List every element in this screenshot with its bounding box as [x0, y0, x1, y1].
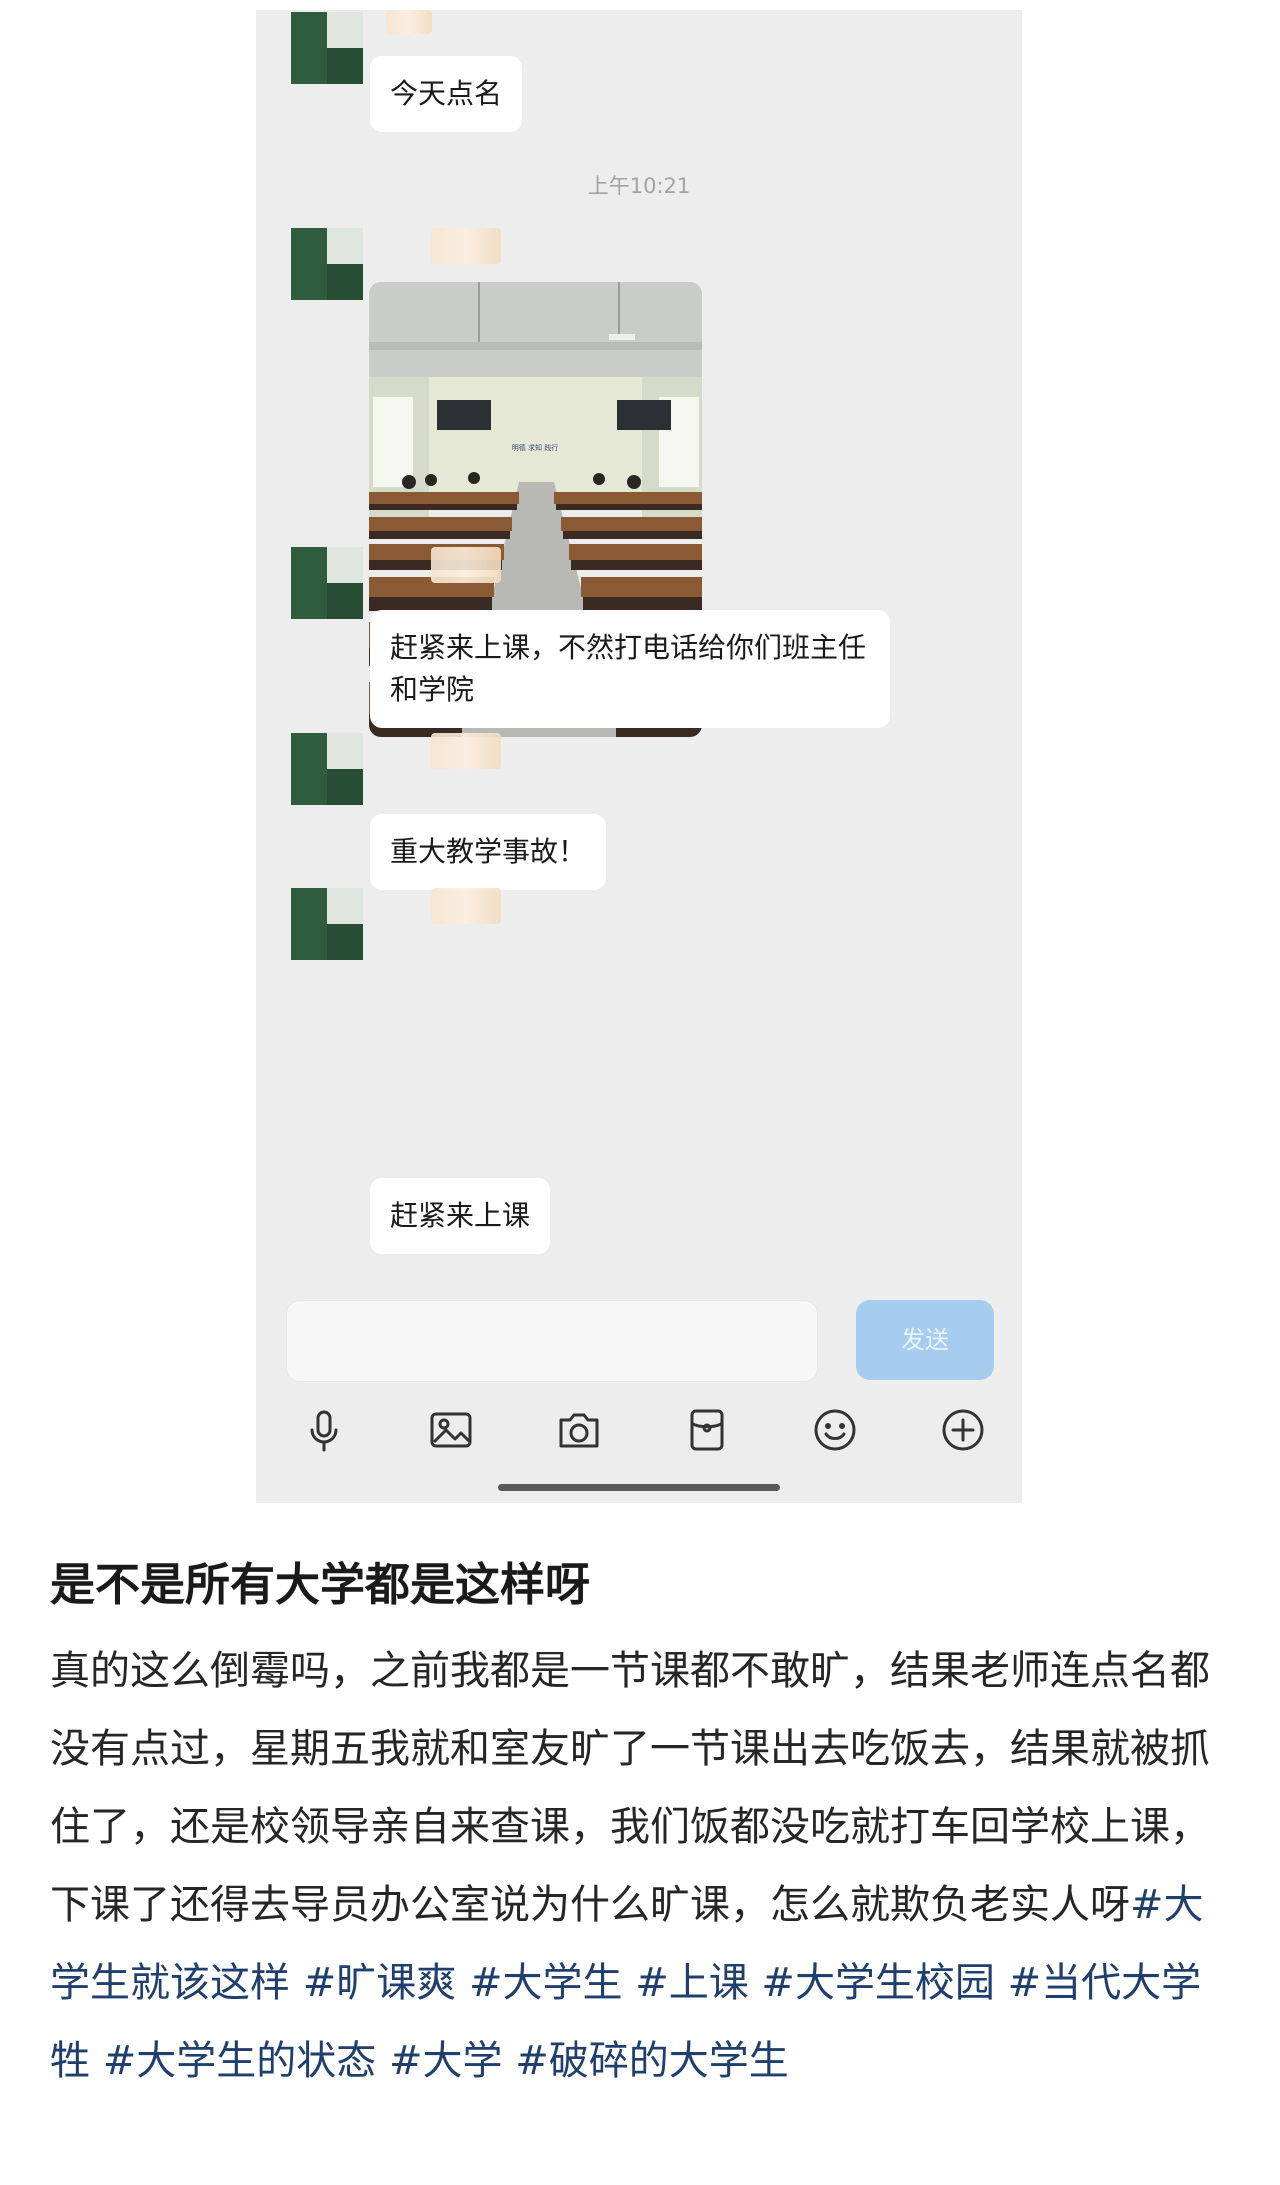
message-bubble[interactable]: 赶紧来上课，不然打电话给你们班主任和学院: [370, 610, 890, 728]
hashtag[interactable]: #旷课爽: [303, 1960, 457, 2006]
home-indicator: [498, 1484, 780, 1491]
post-body-text: 真的这么倒霉吗，之前我都是一节课都不敢旷，结果老师连点名都没有点过，星期五我就和…: [50, 1648, 1210, 1928]
post-body: 真的这么倒霉吗，之前我都是一节课都不敢旷，结果老师连点名都没有点过，星期五我就和…: [50, 1632, 1240, 2100]
hashtag[interactable]: #大学生: [469, 1960, 623, 2006]
emoji-icon[interactable]: [811, 1406, 859, 1454]
microphone-icon[interactable]: [300, 1406, 348, 1454]
send-button[interactable]: 发送: [856, 1300, 994, 1380]
red-packet-icon[interactable]: [683, 1406, 731, 1454]
sender-avatar[interactable]: [291, 888, 363, 960]
plus-icon[interactable]: [939, 1406, 987, 1454]
image-icon[interactable]: [427, 1406, 475, 1454]
hashtag[interactable]: #大学: [389, 2038, 503, 2084]
sender-name-blurred: [431, 733, 501, 769]
sender-name-blurred: [386, 10, 432, 34]
sender-name-blurred: [431, 888, 501, 924]
message-bubble[interactable]: 今天点名: [370, 56, 523, 132]
message-text: 今天点名: [390, 77, 503, 110]
hashtag[interactable]: #大学生校园: [761, 1960, 995, 2006]
hashtag[interactable]: #大学生的状态: [103, 2038, 377, 2084]
hashtag[interactable]: #破碎的大学生: [515, 2038, 789, 2084]
sender-avatar[interactable]: [291, 547, 363, 619]
sender-avatar[interactable]: [291, 733, 363, 805]
sender-name-blurred: [431, 547, 501, 583]
message-timestamp: 上午10:21: [587, 174, 691, 198]
chat-screenshot: 今天点名 上午10:21 明德 求知 践行 赶紧来上课，不然打电话给你们班主任和…: [256, 10, 1022, 1503]
camera-icon[interactable]: [555, 1406, 603, 1454]
sender-avatar[interactable]: [291, 228, 363, 300]
message-bubble[interactable]: 重大教学事故！: [370, 814, 607, 890]
message-bubble[interactable]: 赶紧来上课: [370, 1178, 551, 1254]
message-text: 赶紧来上课: [390, 1199, 531, 1232]
message-text: 赶紧来上课，不然打电话给你们班主任和学院: [390, 631, 867, 706]
sender-name-blurred: [431, 228, 501, 264]
message-input[interactable]: [286, 1300, 818, 1382]
wall-slogan: 明德 求知 践行: [512, 443, 558, 452]
post-title: 是不是所有大学都是这样呀: [50, 1558, 591, 1611]
sender-avatar[interactable]: [291, 12, 363, 84]
message-text: 重大教学事故！: [390, 835, 587, 868]
hashtag[interactable]: #上课: [635, 1960, 749, 2006]
